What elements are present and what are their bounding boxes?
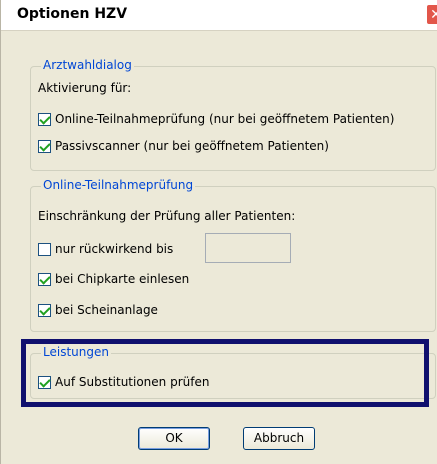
- rueckwirkend-date-input[interactable]: [205, 233, 291, 263]
- group-arztwahldialog: Arztwahldialog Aktivierung für: Online-T…: [30, 58, 436, 171]
- ok-button[interactable]: OK: [138, 427, 210, 450]
- checkbox-label-online-teilnahmepruefung[interactable]: Online-Teilnahmeprüfung (nur bei geöffne…: [55, 112, 394, 126]
- group-legend-online-teilnahmepruefung: Online-Teilnahmeprüfung: [41, 178, 196, 192]
- checkbox-bei-scheinanlage[interactable]: [38, 304, 51, 317]
- checkbox-passivscanner[interactable]: [38, 140, 51, 153]
- checkbox-online-teilnahmepruefung[interactable]: [38, 113, 51, 126]
- checkbox-label-bei-scheinanlage[interactable]: bei Scheinanlage: [55, 303, 158, 317]
- restriction-label: Einschränkung der Prüfung aller Patiente…: [38, 209, 296, 223]
- cancel-button[interactable]: Abbruch: [243, 427, 315, 450]
- checkbox-label-nur-rueckwirkend[interactable]: nur rückwirkend bis: [55, 242, 173, 256]
- activation-label: Aktivierung für:: [38, 81, 132, 95]
- checkbox-label-passivscanner[interactable]: Passivscanner (nur bei geöffnetem Patien…: [55, 139, 329, 153]
- title-bar[interactable]: Optionen HZV ✕: [1, 0, 437, 31]
- group-legend-arztwahldialog: Arztwahldialog: [41, 58, 134, 72]
- options-dialog: Optionen HZV ✕ Arztwahldialog Aktivierun…: [0, 0, 437, 464]
- checkbox-label-bei-chipkarte[interactable]: bei Chipkarte einlesen: [55, 272, 189, 286]
- checkbox-bei-chipkarte[interactable]: [38, 273, 51, 286]
- close-icon[interactable]: ✕: [426, 4, 437, 25]
- checkbox-nur-rueckwirkend[interactable]: [38, 243, 51, 256]
- window-title: Optionen HZV: [17, 6, 128, 22]
- highlight-frame: [21, 339, 429, 407]
- group-online-teilnahmepruefung: Online-Teilnahmeprüfung Einschränkung de…: [30, 178, 436, 332]
